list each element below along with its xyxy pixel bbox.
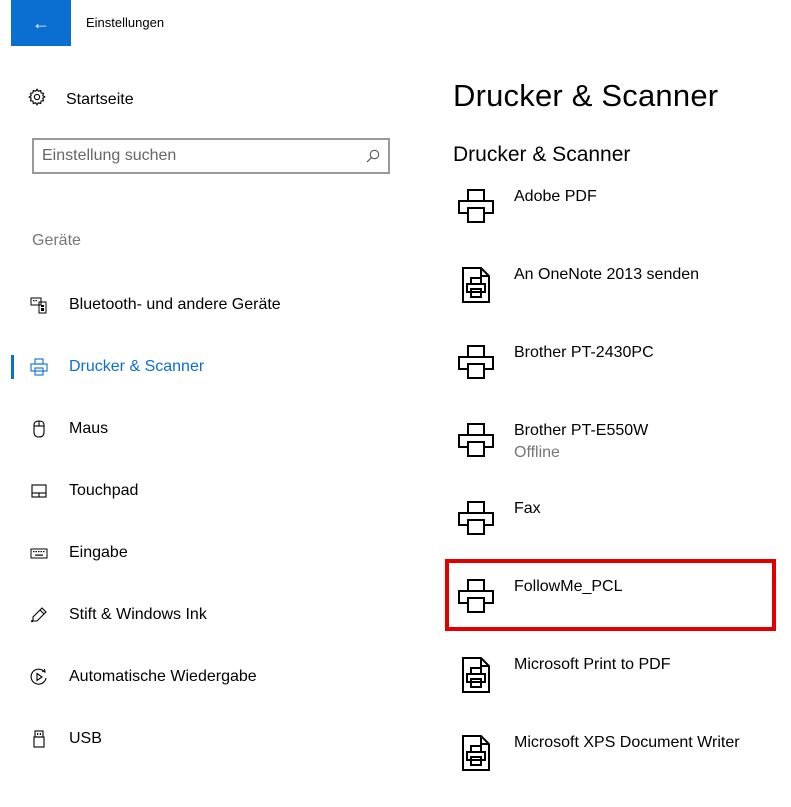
printer-icon	[456, 187, 496, 227]
sidebar-nav: Bluetooth- und andere Geräte Drucker & S…	[0, 274, 420, 770]
pen-icon	[30, 606, 48, 624]
sidebar-item-input[interactable]: Eingabe	[0, 522, 420, 584]
gear-icon	[28, 88, 46, 111]
printer-icon	[456, 577, 496, 617]
touchpad-icon	[30, 482, 48, 500]
home-link[interactable]: Startseite	[28, 88, 134, 111]
search-input[interactable]	[34, 140, 358, 172]
app-title: Einstellungen	[86, 15, 165, 30]
printer-item-fax[interactable]: Fax	[452, 495, 782, 573]
active-indicator	[11, 355, 14, 379]
autoplay-icon	[30, 668, 48, 686]
sidebar-item-usb[interactable]: USB	[0, 708, 420, 770]
printer-item-ms-xps-writer[interactable]: Microsoft XPS Document Writer	[452, 729, 782, 807]
section-title: Drucker & Scanner	[453, 143, 631, 166]
sidebar-item-autoplay[interactable]: Automatische Wiedergabe	[0, 646, 420, 708]
printer-icon	[456, 421, 496, 461]
back-button[interactable]: ←	[11, 0, 71, 46]
printer-item-brother-e550w[interactable]: Brother PT-E550W Offline	[452, 417, 782, 495]
search-icon[interactable]	[358, 149, 388, 163]
printer-item-brother-2430pc[interactable]: Brother PT-2430PC	[452, 339, 782, 417]
page-title: Drucker & Scanner	[453, 78, 719, 113]
keyboard-icon	[30, 544, 48, 562]
sidebar-item-pen[interactable]: Stift & Windows Ink	[0, 584, 420, 646]
search-box[interactable]	[32, 138, 390, 174]
printer-item-ms-print-to-pdf[interactable]: Microsoft Print to PDF	[452, 651, 782, 729]
sidebar-item-touchpad[interactable]: Touchpad	[0, 460, 420, 522]
bluetooth-devices-icon	[30, 296, 48, 314]
printer-item-followme-pcl[interactable]: FollowMe_PCL	[452, 573, 782, 651]
usb-icon	[30, 730, 48, 748]
sidebar-item-printers[interactable]: Drucker & Scanner	[0, 336, 420, 398]
back-arrow-icon: ←	[32, 12, 50, 33]
printer-icon	[456, 343, 496, 383]
document-printer-icon	[456, 265, 496, 305]
document-printer-icon	[456, 655, 496, 695]
printer-icon	[456, 499, 496, 539]
printer-list: Adobe PDF An OneNote 2013 senden Brother…	[452, 183, 782, 807]
mouse-icon	[30, 420, 48, 438]
printer-icon	[30, 358, 48, 376]
printer-item-onenote[interactable]: An OneNote 2013 senden	[452, 261, 782, 339]
printer-item-adobe-pdf[interactable]: Adobe PDF	[452, 183, 782, 261]
printer-status: Offline	[514, 444, 560, 461]
sidebar-item-bluetooth[interactable]: Bluetooth- und andere Geräte	[0, 274, 420, 336]
document-printer-icon	[456, 733, 496, 773]
home-label: Startseite	[66, 90, 134, 108]
section-label: Geräte	[32, 232, 81, 249]
sidebar-item-mouse[interactable]: Maus	[0, 398, 420, 460]
